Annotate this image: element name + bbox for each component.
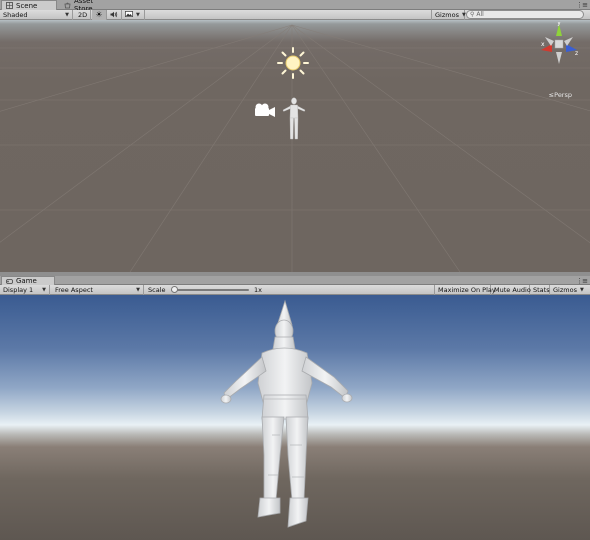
tab-game-label: Game xyxy=(16,277,37,285)
maximize-on-play-label: Maximize On Play xyxy=(438,286,496,294)
maximize-on-play-toggle[interactable]: Maximize On Play xyxy=(434,285,496,295)
search-icon: ⚲ xyxy=(470,11,475,18)
tab-scene[interactable]: Scene xyxy=(1,0,57,10)
tab-game[interactable]: Game xyxy=(1,276,55,285)
projection-label: Persp xyxy=(554,91,572,99)
image-icon xyxy=(125,11,133,19)
scale-value: 1x xyxy=(254,286,262,294)
scale-slider-thumb[interactable] xyxy=(170,286,178,293)
shading-mode-label: Shaded xyxy=(3,11,28,19)
scene-lighting-toggle[interactable]: ☀ xyxy=(92,10,107,20)
chevron-down-icon: ▼ xyxy=(65,12,69,18)
toggle-2d-button[interactable]: 2D xyxy=(75,10,91,20)
scene-icon xyxy=(6,2,13,9)
chevron-down-icon: ▼ xyxy=(136,287,140,293)
chevron-down-icon: ▼ xyxy=(579,287,584,293)
stats-label: Stats xyxy=(533,286,550,294)
stats-toggle[interactable]: Stats xyxy=(530,285,550,295)
shading-mode-dropdown[interactable]: Shaded ▼ xyxy=(0,10,73,20)
store-icon xyxy=(64,2,71,9)
game-tabbar: Game ⋮≡ xyxy=(0,276,590,285)
mute-audio-toggle[interactable]: Mute Audio xyxy=(491,285,531,295)
orientation-gizmo[interactable]: y x z xyxy=(537,22,581,66)
game-icon xyxy=(6,278,13,285)
projection-toggle[interactable]: ≤Persp xyxy=(549,91,572,99)
scale-control: Scale 1x xyxy=(145,285,265,295)
display-dropdown[interactable]: Display 1 ▼ xyxy=(0,285,50,295)
scene-toolbar: Shaded ▼ 2D ☀ ▼ Gizmos ▼ ⚲ All xyxy=(0,10,590,20)
display-label: Display 1 xyxy=(3,286,34,294)
scale-slider[interactable] xyxy=(170,286,250,293)
directional-light-icon[interactable] xyxy=(276,46,310,80)
aspect-dropdown[interactable]: Free Aspect ▼ xyxy=(52,285,144,295)
scale-label: Scale xyxy=(148,286,166,294)
game-viewport[interactable] xyxy=(0,295,590,540)
panel-menu-icon[interactable]: ⋮≡ xyxy=(576,277,588,285)
panel-menu-icon[interactable]: ⋮≡ xyxy=(576,1,588,9)
toggle-2d-label: 2D xyxy=(78,11,88,19)
game-toolbar: Display 1 ▼ Free Aspect ▼ Scale 1x Maxim… xyxy=(0,285,590,295)
aspect-label: Free Aspect xyxy=(55,286,93,294)
axis-z-label: z xyxy=(575,50,578,57)
sun-icon: ☀ xyxy=(95,10,103,19)
character-model-scene[interactable] xyxy=(282,96,306,142)
axis-y-label: y xyxy=(557,22,561,27)
gizmos-label: Gizmos xyxy=(435,11,459,19)
game-gizmos-label: Gizmos xyxy=(553,286,577,294)
tab-asset-store[interactable]: Asset Store xyxy=(60,0,114,13)
camera-icon[interactable] xyxy=(253,102,277,118)
scene-viewport[interactable]: y x z ≤Persp xyxy=(0,20,590,272)
search-placeholder: All xyxy=(476,11,484,18)
tab-scene-label: Scene xyxy=(16,1,38,10)
speaker-icon xyxy=(110,11,118,20)
character-model-game xyxy=(220,299,353,528)
scene-effects-dropdown[interactable]: ▼ xyxy=(122,10,145,20)
gizmos-dropdown[interactable]: Gizmos ▼ xyxy=(431,10,466,20)
scene-audio-toggle[interactable] xyxy=(107,10,122,20)
game-gizmos-dropdown[interactable]: Gizmos ▼ xyxy=(550,285,590,295)
mute-audio-label: Mute Audio xyxy=(494,286,531,294)
axis-x-label: x xyxy=(541,41,545,48)
scene-search-input[interactable]: ⚲ All xyxy=(466,10,584,19)
chevron-down-icon: ▼ xyxy=(136,12,140,18)
chevron-down-icon: ▼ xyxy=(42,287,46,293)
scene-tabbar: Scene Asset Store ⋮≡ xyxy=(0,0,590,13)
